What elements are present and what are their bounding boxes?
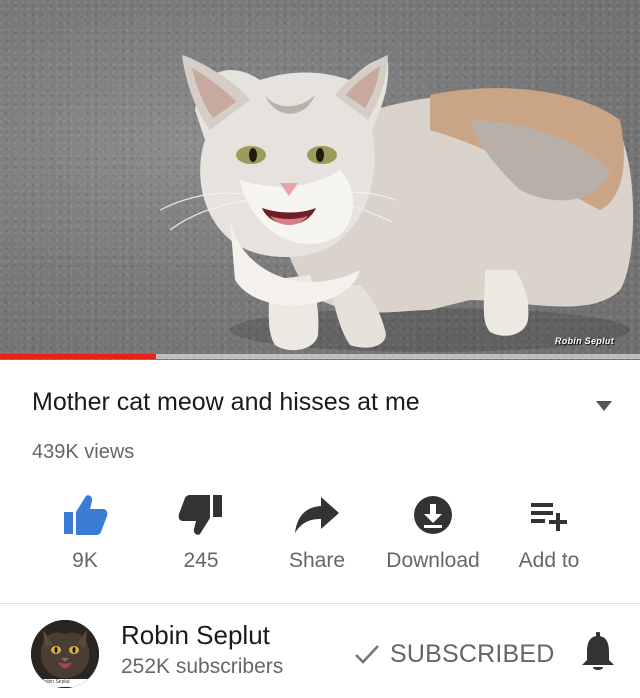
progress-bar[interactable] xyxy=(0,354,640,359)
dislike-button[interactable]: 245 xyxy=(143,486,259,586)
like-button[interactable]: 9K xyxy=(27,486,143,586)
playlist-add-icon xyxy=(525,492,573,538)
download-label: Download xyxy=(386,549,480,572)
expand-description-chevron-icon[interactable] xyxy=(596,401,612,411)
checkmark-icon xyxy=(355,645,379,664)
title-row: Mother cat meow and hisses at me xyxy=(32,388,612,428)
channel-name[interactable]: Robin Seplut xyxy=(121,620,270,651)
progress-bar-fill xyxy=(0,354,156,359)
video-title: Mother cat meow and hisses at me xyxy=(32,388,420,416)
action-bar: 9K 245 Share Download Add to xyxy=(0,486,640,586)
video-watermark: Robin Seplut xyxy=(554,336,614,346)
share-label: Share xyxy=(288,549,346,572)
thumbs-up-icon xyxy=(61,492,109,538)
add-to-button[interactable]: Add to xyxy=(491,486,607,586)
cat-video-frame xyxy=(159,55,634,352)
download-button[interactable]: Download xyxy=(375,486,491,586)
view-count: 439K views xyxy=(32,441,135,463)
thumbs-down-icon xyxy=(177,492,225,538)
notification-bell-icon[interactable] xyxy=(581,632,615,672)
like-count: 9K xyxy=(72,549,98,572)
subscribed-button[interactable]: SUBSCRIBED xyxy=(354,636,555,672)
dislike-count: 245 xyxy=(183,549,219,572)
share-button[interactable]: Share xyxy=(259,486,375,586)
add-to-label: Add to xyxy=(518,549,580,572)
download-icon xyxy=(409,492,457,538)
subscriber-count: 252K subscribers xyxy=(121,655,284,678)
subscribed-label: SUBSCRIBED xyxy=(390,639,555,668)
cat-avatar-image xyxy=(31,620,99,688)
share-arrow-icon xyxy=(293,492,341,538)
channel-avatar[interactable]: Robin Seplut xyxy=(31,620,99,688)
video-player[interactable]: Robin Seplut xyxy=(0,0,640,360)
section-divider xyxy=(0,603,640,604)
avatar-caption: Robin Seplut xyxy=(41,679,70,685)
